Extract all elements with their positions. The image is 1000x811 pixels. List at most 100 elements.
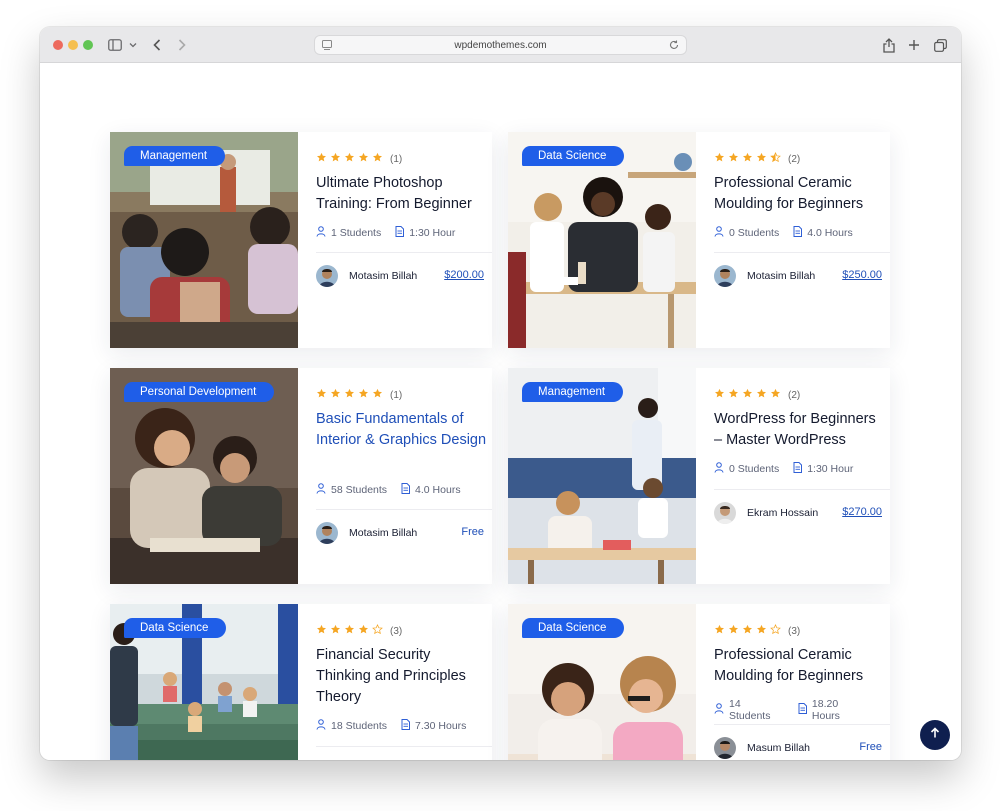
course-card[interactable]: Data Science (3) Financial Security Thin… xyxy=(110,604,492,760)
zoom-window-button[interactable] xyxy=(83,40,93,50)
course-title[interactable]: Financial Security Thinking and Principl… xyxy=(316,645,488,708)
instructor[interactable]: Motasim Billah xyxy=(316,522,476,544)
star-icon xyxy=(316,150,330,168)
divider xyxy=(714,724,890,725)
course-title[interactable]: Professional Ceramic Moulding for Beginn… xyxy=(714,173,886,215)
course-thumbnail[interactable]: Data Science xyxy=(508,132,696,348)
course-info: (3) Professional Ceramic Moulding for Be… xyxy=(714,604,890,760)
tab-overview-icon[interactable] xyxy=(933,36,947,54)
course-thumbnail[interactable]: Personal Development xyxy=(110,368,298,584)
star-icon xyxy=(358,386,372,404)
star-icon xyxy=(330,386,344,404)
user-icon xyxy=(316,719,331,733)
course-info: (1) Ultimate Photoshop Training: From Be… xyxy=(316,132,492,348)
star-icon xyxy=(728,150,742,168)
address-bar[interactable]: wpdemothemes.com xyxy=(314,35,687,55)
instructor-name: Motasim Billah xyxy=(349,527,418,539)
price[interactable]: Free xyxy=(461,526,484,538)
price[interactable]: Free xyxy=(859,741,882,753)
price[interactable]: $200.00 xyxy=(444,269,484,281)
course-grid-page: Management (1) Ultimate Photoshop Traini… xyxy=(40,64,961,760)
avatar xyxy=(316,522,338,544)
course-info: (1) Basic Fundamentals of Interior & Gra… xyxy=(316,368,492,584)
course-title[interactable]: Ultimate Photoshop Training: From Beginn… xyxy=(316,173,488,215)
star-icon xyxy=(344,386,358,404)
students-count: 0 Students xyxy=(729,227,780,239)
course-duration: 18.20 Hours xyxy=(811,698,840,722)
course-duration: 4.0 Hours xyxy=(415,484,461,496)
star-empty-icon xyxy=(770,622,784,640)
star-icon xyxy=(372,386,386,404)
course-meta: 14 Students 18.20 Hours xyxy=(714,698,882,722)
price[interactable]: $250.00 xyxy=(842,269,882,281)
course-card[interactable]: Personal Development (1) Basic Fundament… xyxy=(110,368,492,584)
star-icon xyxy=(728,622,742,640)
minimize-window-button[interactable] xyxy=(68,40,78,50)
course-card[interactable]: Data Science (3) Professional Ceramic Mo… xyxy=(508,604,890,760)
forward-icon[interactable] xyxy=(176,36,188,54)
user-icon xyxy=(714,703,729,717)
star-rating: (2) xyxy=(714,150,800,168)
user-icon xyxy=(714,226,729,240)
document-icon xyxy=(401,483,415,497)
divider xyxy=(714,489,890,490)
star-icon xyxy=(358,150,372,168)
reload-icon[interactable] xyxy=(668,39,680,54)
review-count: (1) xyxy=(390,389,403,401)
user-icon xyxy=(316,226,331,240)
star-icon xyxy=(330,150,344,168)
course-thumbnail[interactable]: Management xyxy=(508,368,696,584)
star-half-icon xyxy=(770,150,784,168)
star-icon xyxy=(742,386,756,404)
user-icon xyxy=(316,483,331,497)
star-empty-icon xyxy=(372,622,386,640)
course-thumbnail[interactable]: Management xyxy=(110,132,298,348)
instructor[interactable]: Masum Billah xyxy=(714,737,874,759)
avatar xyxy=(714,265,736,287)
star-icon xyxy=(344,622,358,640)
divider xyxy=(316,509,492,510)
scroll-to-top-button[interactable] xyxy=(920,720,950,750)
course-info: (2) WordPress for Beginners – Master Wor… xyxy=(714,368,890,584)
course-card[interactable]: Management (1) Ultimate Photoshop Traini… xyxy=(110,132,492,348)
star-icon xyxy=(372,150,386,168)
course-title[interactable]: WordPress for Beginners – Master WordPre… xyxy=(714,409,886,451)
category-badge[interactable]: Data Science xyxy=(522,146,625,166)
review-count: (2) xyxy=(788,389,801,401)
course-duration: 4.0 Hours xyxy=(807,227,853,239)
students-count: 58 Students xyxy=(331,484,388,496)
category-badge[interactable]: Management xyxy=(522,382,624,402)
star-rating: (2) xyxy=(714,386,800,404)
category-badge[interactable]: Data Science xyxy=(124,618,227,638)
close-window-button[interactable] xyxy=(53,40,63,50)
category-badge[interactable]: Data Science xyxy=(522,618,625,638)
star-icon xyxy=(742,150,756,168)
avatar xyxy=(714,737,736,759)
new-tab-icon[interactable] xyxy=(907,36,921,54)
course-thumbnail[interactable]: Data Science xyxy=(110,604,298,760)
course-card[interactable]: Data Science (2) Professional Ceramic Mo… xyxy=(508,132,890,348)
course-meta: 1 Students 1:30 Hour xyxy=(316,226,469,240)
course-info: (3) Financial Security Thinking and Prin… xyxy=(316,604,492,760)
document-icon xyxy=(793,226,807,240)
user-icon xyxy=(714,462,729,476)
sidebar-icon[interactable] xyxy=(107,36,123,54)
course-title[interactable]: Basic Fundamentals of Interior & Graphic… xyxy=(316,409,488,451)
star-icon xyxy=(756,386,770,404)
share-icon[interactable] xyxy=(882,36,896,54)
course-card[interactable]: Management (2) WordPress for Beginners –… xyxy=(508,368,890,584)
course-thumbnail[interactable]: Data Science xyxy=(508,604,696,760)
star-icon xyxy=(316,386,330,404)
divider xyxy=(316,252,492,253)
star-rating: (3) xyxy=(316,622,402,640)
review-count: (3) xyxy=(390,625,403,637)
category-badge[interactable]: Personal Development xyxy=(124,382,275,402)
chevron-down-icon[interactable] xyxy=(128,36,138,54)
star-icon xyxy=(714,622,728,640)
review-count: (3) xyxy=(788,625,801,637)
category-badge[interactable]: Management xyxy=(124,146,226,166)
course-title[interactable]: Professional Ceramic Moulding for Beginn… xyxy=(714,645,886,687)
course-meta: 0 Students 4.0 Hours xyxy=(714,226,867,240)
price[interactable]: $270.00 xyxy=(842,506,882,518)
back-icon[interactable] xyxy=(151,36,163,54)
